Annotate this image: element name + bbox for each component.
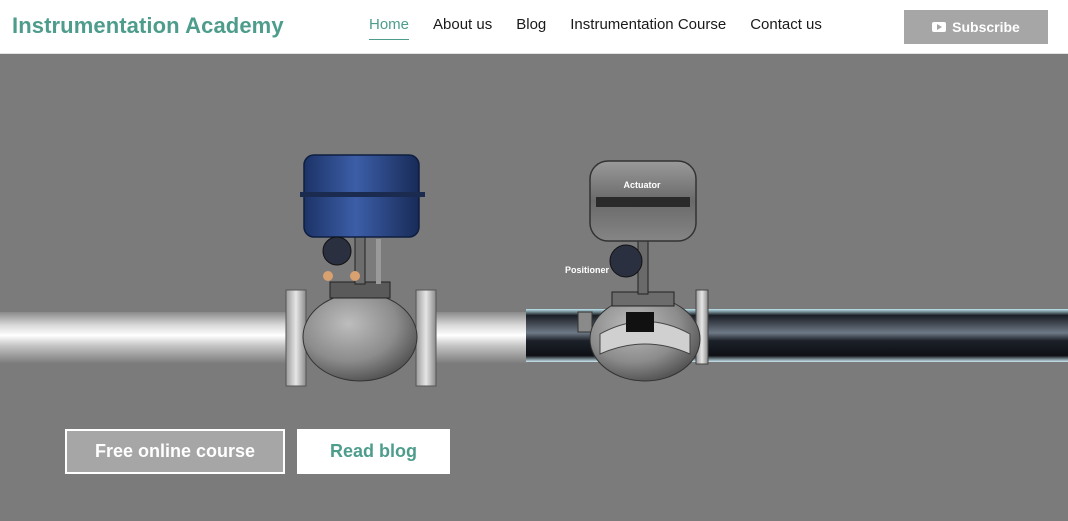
site-header: Instrumentation Academy Home About us Bl… [0,0,1068,54]
control-valve-1 [285,154,437,387]
actuator-label: Actuator [623,180,660,190]
positioner-label: Positioner [565,265,610,275]
hero-section: Actuator Positioner Free online course R… [0,54,1068,521]
pipe-left [0,312,300,364]
free-online-course-button[interactable]: Free online course [65,429,285,474]
subscribe-button[interactable]: Subscribe [904,10,1048,44]
nav-about-us[interactable]: About us [433,16,492,40]
nav-contact-us[interactable]: Contact us [750,16,822,40]
main-nav: Home About us Blog Instrumentation Cours… [369,16,846,40]
subscribe-label: Subscribe [952,19,1020,35]
youtube-icon [932,22,947,32]
read-blog-button[interactable]: Read blog [297,429,450,474]
brand-logo[interactable]: Instrumentation Academy [12,13,284,39]
nav-blog[interactable]: Blog [516,16,546,40]
nav-home[interactable]: Home [369,16,410,40]
nav-instrumentation-course[interactable]: Instrumentation Course [570,16,726,40]
pipe-left-mid [432,312,528,364]
